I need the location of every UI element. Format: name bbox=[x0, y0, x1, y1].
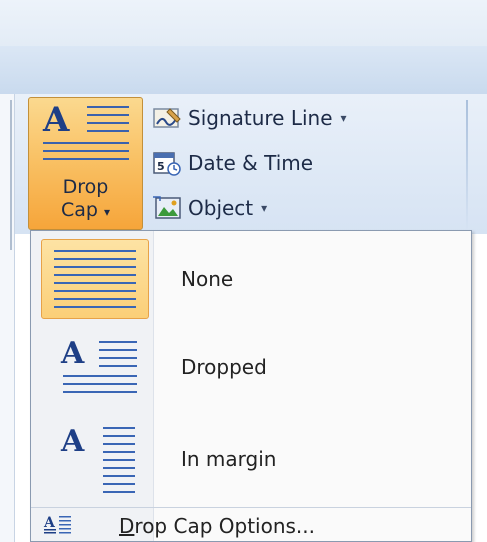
menu-item-dropped[interactable]: A Dropped bbox=[31, 323, 471, 409]
object-label: Object bbox=[188, 196, 254, 220]
object-icon bbox=[152, 195, 182, 221]
thumb-line bbox=[99, 357, 137, 359]
thumb-line bbox=[54, 250, 136, 252]
ribbon-left-divider bbox=[10, 100, 12, 250]
signature-line-label: Signature Line bbox=[188, 106, 333, 130]
drop-cap-label-cap: Cap bbox=[60, 199, 98, 221]
drop-cap-options-label-rest: rop Cap Options... bbox=[134, 514, 315, 538]
drop-cap-options-menu-item[interactable]: A Drop Cap Options... bbox=[31, 508, 471, 541]
menu-item-none[interactable]: None bbox=[31, 237, 471, 321]
thumb-line bbox=[54, 282, 136, 284]
chevron-down-icon: ▾ bbox=[104, 205, 111, 219]
drop-cap-icon-line bbox=[87, 130, 129, 132]
thumb-line bbox=[103, 467, 135, 469]
thumb-line bbox=[103, 451, 135, 453]
menu-item-label: Dropped bbox=[181, 355, 267, 379]
thumb-glyph: A bbox=[61, 424, 85, 459]
menu-item-label: In margin bbox=[181, 447, 277, 471]
object-button[interactable]: Object ▾ bbox=[152, 193, 267, 223]
menu-item-label: None bbox=[181, 267, 234, 291]
drop-cap-icon-line bbox=[43, 158, 129, 160]
thumb-line bbox=[103, 483, 135, 485]
ribbon-tab-band bbox=[0, 46, 487, 95]
drop-cap-options-accelerator: D bbox=[119, 514, 135, 538]
drop-cap-options-icon: A bbox=[43, 512, 73, 536]
chevron-down-icon: ▾ bbox=[261, 201, 268, 215]
drop-cap-icon-line bbox=[87, 122, 129, 124]
thumb-glyph: A bbox=[61, 336, 85, 371]
drop-cap-button[interactable]: A Drop Cap ▾ bbox=[28, 97, 143, 230]
thumb-line bbox=[54, 290, 136, 292]
svg-text:5: 5 bbox=[157, 160, 165, 173]
thumb-line bbox=[54, 266, 136, 268]
thumb-line bbox=[103, 427, 135, 429]
date-time-icon: 5 bbox=[152, 150, 182, 176]
thumb-line bbox=[54, 274, 136, 276]
thumb-line bbox=[54, 306, 136, 308]
thumb-line bbox=[63, 391, 137, 393]
thumb-line bbox=[103, 491, 135, 493]
thumb-line bbox=[99, 349, 137, 351]
window-top-band bbox=[0, 0, 487, 46]
menu-item-in-margin[interactable]: A In margin bbox=[31, 411, 471, 505]
signature-line-button[interactable]: Signature Line ▾ bbox=[152, 103, 347, 133]
svg-text:A: A bbox=[43, 515, 56, 531]
drop-cap-options-label: Drop Cap Options... bbox=[119, 514, 315, 538]
drop-cap-menu: None A Dropped A In margin A Drop Cap Op… bbox=[30, 230, 472, 542]
thumb-line bbox=[99, 341, 137, 343]
thumb-line bbox=[103, 443, 135, 445]
drop-cap-icon: A bbox=[43, 100, 70, 140]
thumb-line bbox=[103, 459, 135, 461]
drop-cap-icon-line bbox=[43, 142, 129, 144]
drop-cap-label: Drop bbox=[62, 176, 109, 198]
ribbon-group-divider bbox=[466, 100, 468, 230]
thumb-line bbox=[103, 435, 135, 437]
drop-cap-icon-line bbox=[87, 106, 129, 108]
thumb-line bbox=[63, 383, 137, 385]
date-time-label: Date & Time bbox=[188, 151, 314, 175]
drop-cap-icon-line bbox=[43, 150, 129, 152]
date-time-button[interactable]: 5 Date & Time bbox=[152, 148, 313, 178]
drop-cap-none-icon bbox=[41, 239, 149, 319]
drop-cap-dropped-icon: A bbox=[41, 325, 149, 405]
signature-line-icon bbox=[152, 105, 182, 131]
document-edge bbox=[0, 94, 15, 542]
thumb-line bbox=[54, 298, 136, 300]
chevron-down-icon: ▾ bbox=[340, 111, 347, 125]
thumb-line bbox=[63, 375, 137, 377]
thumb-line bbox=[54, 258, 136, 260]
drop-cap-in-margin-icon: A bbox=[41, 415, 149, 501]
thumb-line bbox=[99, 365, 137, 367]
drop-cap-label-line2: Cap ▾ bbox=[29, 199, 142, 224]
drop-cap-icon-line bbox=[87, 114, 129, 116]
thumb-line bbox=[103, 475, 135, 477]
